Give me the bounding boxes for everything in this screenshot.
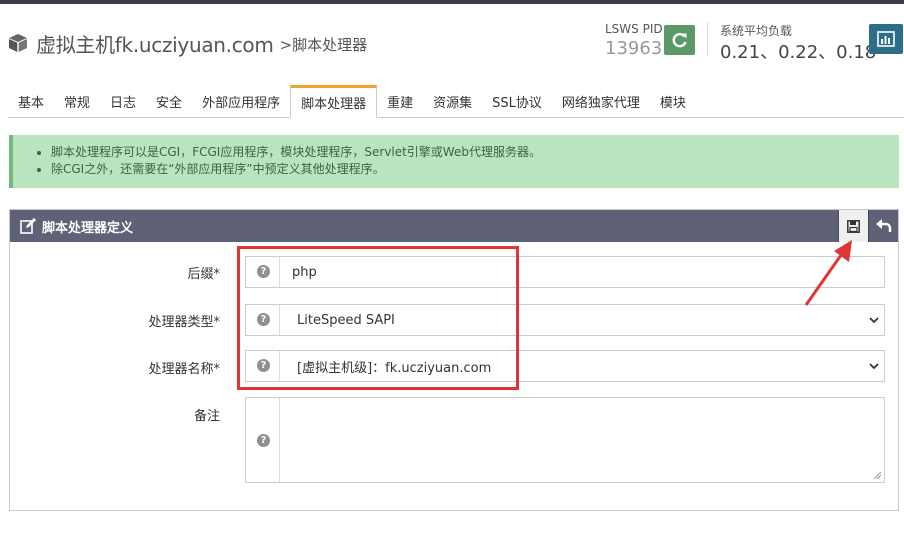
annotation-arrow <box>804 240 852 306</box>
